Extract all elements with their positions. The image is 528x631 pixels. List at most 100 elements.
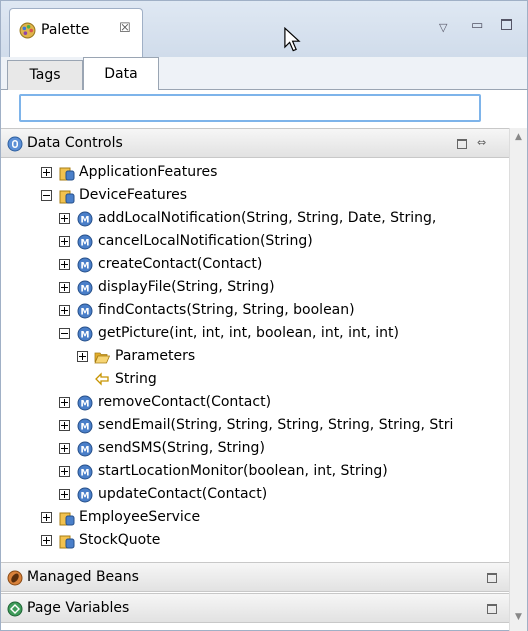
method-icon: M <box>77 303 93 319</box>
method-icon: M <box>77 395 93 411</box>
svg-text:M: M <box>81 400 90 410</box>
tree-row-method: M createContact(Contact) <box>1 254 509 276</box>
svg-text:M: M <box>81 308 90 318</box>
expand-toggle[interactable] <box>59 259 70 270</box>
vertical-scrollbar[interactable]: ▲ ▼ <box>509 128 527 631</box>
tree-label[interactable]: EmployeeService <box>79 509 200 526</box>
maximize-section-icon[interactable] <box>457 139 467 149</box>
search-input[interactable] <box>19 94 481 122</box>
method-icon: M <box>77 418 93 434</box>
svg-text:M: M <box>81 239 90 249</box>
return-arrow-icon <box>95 372 109 386</box>
scroll-up-icon[interactable]: ▲ <box>515 132 522 142</box>
tree-label[interactable]: sendEmail(String, String, String, String… <box>98 417 453 434</box>
folder-open-icon <box>94 352 110 364</box>
maximize-section-icon[interactable] <box>487 573 497 583</box>
collapse-all-icon[interactable]: ⇔ <box>477 136 486 149</box>
expand-toggle[interactable] <box>59 443 70 454</box>
tree-row-device-features: DeviceFeatures <box>1 185 509 207</box>
expand-toggle[interactable] <box>41 535 52 546</box>
tree-label[interactable]: String <box>115 371 157 388</box>
svg-text:M: M <box>81 469 90 479</box>
tree-row-parameters: Parameters <box>1 346 509 368</box>
expand-toggle[interactable] <box>59 397 70 408</box>
tree-label[interactable]: Parameters <box>115 348 195 365</box>
data-controls-header[interactable]: Data Controls ⇔ <box>1 128 509 158</box>
data-control-node-icon <box>59 512 75 526</box>
tree-label[interactable]: removeContact(Contact) <box>98 394 271 411</box>
tree-row-application-features: ApplicationFeatures <box>1 162 509 184</box>
tree-row-stock-quote: StockQuote <box>1 530 509 552</box>
close-tab-icon[interactable]: ☒ <box>119 21 131 36</box>
method-icon: M <box>77 464 93 480</box>
palette-accordion: Data Controls ⇔ ApplicationFeatures Devi… <box>0 128 528 631</box>
data-controls-tree: ApplicationFeatures DeviceFeatures M add… <box>1 158 509 562</box>
tree-row-employee-service: EmployeeService <box>1 507 509 529</box>
expand-toggle[interactable] <box>59 236 70 247</box>
view-menu-icon[interactable]: ▽ <box>439 21 447 34</box>
method-icon: M <box>77 257 93 273</box>
data-control-node-icon <box>59 190 75 204</box>
method-icon: M <box>77 487 93 503</box>
tree-label[interactable]: ApplicationFeatures <box>79 164 217 181</box>
tree-label[interactable]: getPicture(int, int, int, boolean, int, … <box>98 325 399 342</box>
method-icon: M <box>77 211 93 227</box>
minimize-icon[interactable]: ▭ <box>471 18 483 33</box>
tree-label[interactable]: startLocationMonitor(boolean, int, Strin… <box>98 463 388 480</box>
tree-row-method: M removeContact(Contact) <box>1 392 509 414</box>
tree-label[interactable]: createContact(Contact) <box>98 256 262 273</box>
expand-toggle[interactable] <box>59 420 70 431</box>
tree-label[interactable]: cancelLocalNotification(String) <box>98 233 313 250</box>
svg-text:M: M <box>81 285 90 295</box>
mouse-cursor-icon <box>284 27 301 52</box>
tree-label[interactable]: displayFile(String, String) <box>98 279 275 296</box>
tree-row-return-type: String <box>1 369 509 391</box>
managed-beans-label: Managed Beans <box>27 569 139 585</box>
tree-label[interactable]: sendSMS(String, String) <box>98 440 265 457</box>
palette-view-tab[interactable]: Palette ☒ <box>9 8 143 58</box>
tree-label[interactable]: DeviceFeatures <box>79 187 187 204</box>
method-icon: M <box>77 441 93 457</box>
data-control-node-icon <box>59 167 75 181</box>
svg-text:M: M <box>81 216 90 226</box>
tab-tags[interactable]: Tags <box>7 60 83 90</box>
managed-beans-header[interactable]: Managed Beans <box>1 562 509 592</box>
expand-toggle[interactable] <box>59 305 70 316</box>
svg-text:M: M <box>81 331 90 341</box>
expand-toggle[interactable] <box>59 489 70 500</box>
tree-row-method: M cancelLocalNotification(String) <box>1 231 509 253</box>
tree-label[interactable]: findContacts(String, String, boolean) <box>98 302 355 319</box>
collapse-toggle[interactable] <box>59 328 70 339</box>
palette-icon <box>19 22 36 39</box>
view-header: Palette ☒ ▽ ▭ <box>0 0 528 62</box>
tree-label[interactable]: updateContact(Contact) <box>98 486 267 503</box>
data-controls-label: Data Controls <box>27 135 123 151</box>
palette-tabs: Tags Data <box>0 57 528 90</box>
managed-bean-icon <box>7 570 23 586</box>
tree-row-method: M getPicture(int, int, int, boolean, int… <box>1 323 509 345</box>
expand-toggle[interactable] <box>59 282 70 293</box>
tree-row-method: M updateContact(Contact) <box>1 484 509 506</box>
maximize-section-icon[interactable] <box>487 604 497 614</box>
expand-toggle[interactable] <box>41 167 52 178</box>
tree-label[interactable]: StockQuote <box>79 532 160 549</box>
view-title: Palette <box>41 22 90 38</box>
tab-data[interactable]: Data <box>83 57 159 90</box>
expand-toggle[interactable] <box>59 466 70 477</box>
method-icon: M <box>77 326 93 342</box>
page-variables-header[interactable]: Page Variables <box>1 593 509 623</box>
svg-text:M: M <box>81 446 90 456</box>
expand-toggle[interactable] <box>41 512 52 523</box>
data-control-icon <box>7 136 23 152</box>
maximize-icon[interactable] <box>501 19 512 30</box>
tree-label[interactable]: addLocalNotification(String, String, Dat… <box>98 210 436 227</box>
svg-text:M: M <box>81 262 90 272</box>
scroll-down-icon[interactable]: ▼ <box>515 612 522 622</box>
expand-toggle[interactable] <box>59 213 70 224</box>
tree-row-method: M findContacts(String, String, boolean) <box>1 300 509 322</box>
method-icon: M <box>77 280 93 296</box>
page-variable-icon <box>7 601 23 617</box>
collapse-toggle[interactable] <box>41 190 52 201</box>
tree-row-method: M addLocalNotification(String, String, D… <box>1 208 509 230</box>
expand-toggle[interactable] <box>77 351 88 362</box>
